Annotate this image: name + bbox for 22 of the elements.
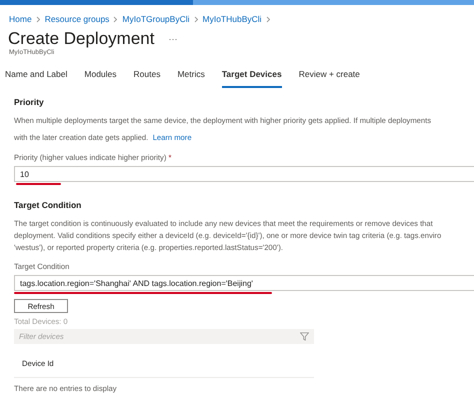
chevron-icon	[113, 16, 118, 22]
tab[interactable]: Target Devices	[222, 68, 282, 88]
tab[interactable]: Review + create	[298, 68, 360, 88]
tab[interactable]: Modules	[84, 68, 117, 88]
breadcrumb-link[interactable]: Resource groups	[44, 14, 110, 24]
breadcrumb-link[interactable]: MyIoTGroupByCli	[122, 14, 190, 24]
tab[interactable]: Routes	[134, 68, 160, 88]
priority-field[interactable]: 10	[14, 166, 474, 182]
highlight-underline	[16, 183, 61, 185]
more-button[interactable]: ···	[168, 34, 178, 44]
chevron-icon	[194, 16, 198, 22]
breadcrumb-link[interactable]: Home	[9, 14, 32, 24]
section-heading: Priority	[14, 97, 45, 107]
target-condition-field[interactable]: tags.location.region='Shanghai' AND tags.location.region='Beijing'	[14, 275, 474, 291]
filter-icon[interactable]	[300, 332, 309, 341]
chevron-icon	[36, 16, 41, 22]
tab[interactable]: Metrics	[177, 68, 205, 88]
page-title: Create Deployment	[8, 29, 154, 49]
section-heading: Target Condition	[14, 200, 82, 210]
breadcrumb-link[interactable]: MyIoTHubByCli	[202, 14, 262, 24]
chevron-icon	[266, 16, 271, 22]
tab[interactable]: Name and Label	[5, 68, 68, 88]
